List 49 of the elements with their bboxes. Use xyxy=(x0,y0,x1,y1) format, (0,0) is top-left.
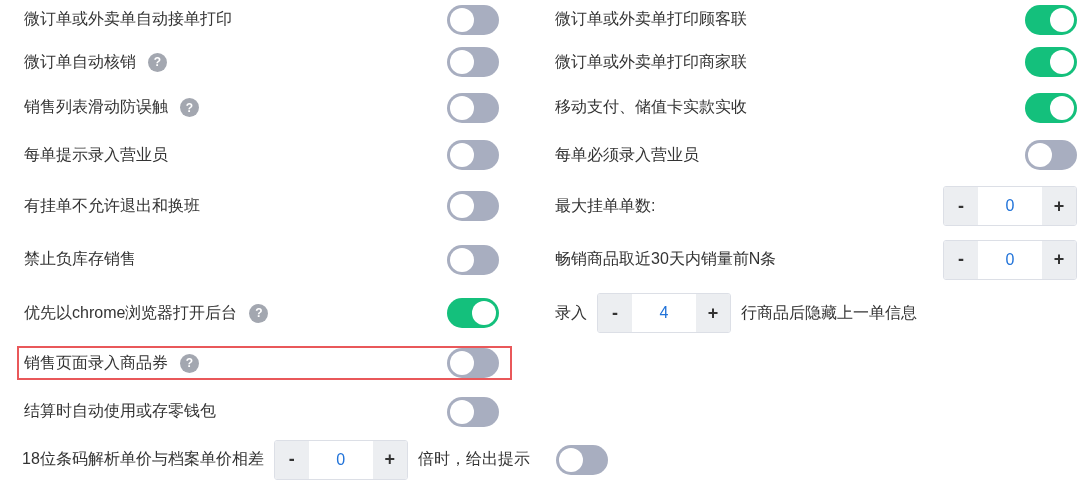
toggle-switch[interactable] xyxy=(447,4,499,35)
toggle-switch[interactable] xyxy=(1025,92,1077,123)
number-stepper[interactable]: - 0 + xyxy=(273,439,408,480)
setting-label: 微订单或外卖单打印商家联 xyxy=(555,51,747,72)
setting-label: 有挂单不允许退出和换班 xyxy=(24,195,200,216)
toggle-switch[interactable] xyxy=(447,191,499,221)
setting-label: 每单提示录入营业员 xyxy=(24,144,168,165)
setting-label: 结算时自动使用或存零钱包 xyxy=(24,401,216,421)
stepper-value[interactable]: 0 xyxy=(978,240,1042,279)
toggle-switch[interactable] xyxy=(447,396,499,427)
setting-label: 禁止负库存销售 xyxy=(24,249,136,269)
plus-button[interactable]: + xyxy=(372,440,407,479)
setting-label: 销售列表滑动防误触 xyxy=(24,97,168,117)
toggle-switch[interactable] xyxy=(1025,4,1077,35)
plus-button[interactable]: + xyxy=(1042,240,1076,279)
plus-button[interactable]: + xyxy=(1042,187,1076,225)
setting-label: 倍时，给出提示 xyxy=(417,449,530,469)
setting-label: 畅销商品取近30天内销量前N条 xyxy=(555,249,777,269)
toggle-switch[interactable] xyxy=(447,244,499,275)
toggle-switch[interactable] xyxy=(1025,47,1077,77)
toggle-switch[interactable] xyxy=(1025,140,1077,170)
setting-label: 最大挂单单数: xyxy=(555,195,656,216)
stepper-value[interactable]: 0 xyxy=(308,440,373,479)
stepper-value[interactable]: 4 xyxy=(632,294,696,332)
minus-button[interactable]: - xyxy=(274,440,309,479)
minus-button[interactable]: - xyxy=(944,240,978,279)
setting-label: 优先以chrome浏览器打开后台 xyxy=(24,302,238,323)
setting-label: 微订单自动核销 xyxy=(24,51,136,72)
setting-label: 移动支付、储值卡实款实收 xyxy=(555,97,747,117)
toggle-switch[interactable] xyxy=(447,348,499,378)
minus-button[interactable]: - xyxy=(944,187,978,225)
setting-label: 录入 xyxy=(555,302,587,323)
toggle-switch[interactable] xyxy=(447,298,499,328)
setting-label: 销售页面录入商品券 xyxy=(24,352,168,373)
number-stepper[interactable]: - 4 + xyxy=(597,293,731,333)
toggle-switch[interactable] xyxy=(555,444,608,475)
setting-label: 每单必须录入营业员 xyxy=(555,144,699,165)
setting-label: 微订单或外卖单自动接单打印 xyxy=(24,9,232,29)
setting-label: 18位条码解析单价与档案单价相差 xyxy=(22,449,264,469)
toggle-switch[interactable] xyxy=(447,140,499,170)
setting-label: 微订单或外卖单打印顾客联 xyxy=(555,9,747,29)
toggle-switch[interactable] xyxy=(447,92,499,123)
setting-label: 行商品后隐藏上一单信息 xyxy=(741,302,917,323)
stepper-value[interactable]: 0 xyxy=(978,187,1042,225)
toggle-switch[interactable] xyxy=(447,47,499,77)
number-stepper[interactable]: - 0 + xyxy=(943,239,1077,280)
minus-button[interactable]: - xyxy=(598,294,632,332)
number-stepper[interactable]: - 0 + xyxy=(943,186,1077,226)
plus-button[interactable]: + xyxy=(696,294,730,332)
